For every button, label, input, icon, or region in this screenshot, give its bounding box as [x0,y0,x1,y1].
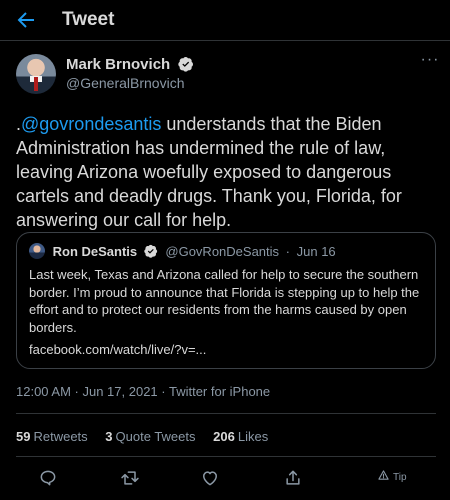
tweet-text: .@govrondesantis understands that the Bi… [16,112,436,232]
quoted-tweet[interactable]: Ron DeSantis @GovRonDeSantis · Jun 16 La… [16,232,436,369]
tip-button[interactable]: Tip [378,470,407,483]
heart-icon[interactable] [200,468,220,488]
likes-stat[interactable]: 206 Likes [213,429,268,444]
back-arrow-icon[interactable] [14,8,38,32]
quoted-tweet-link[interactable]: facebook.com/watch/live/?v=... [29,342,206,357]
quoted-avatar [29,243,45,259]
author-handle[interactable]: @GeneralBrnovich [66,75,185,91]
share-icon[interactable] [283,468,303,488]
divider [16,456,436,457]
more-options-icon[interactable]: ··· [420,52,440,74]
separator-dot: · [285,244,290,259]
quoted-tweet-text: Last week, Texas and Arizona called for … [29,267,420,335]
verified-badge-icon [144,244,158,258]
verified-badge-icon [178,56,194,72]
tweet-author: Mark Brnovich @GeneralBrnovich ··· [16,52,438,98]
quoted-date: Jun 16 [296,244,336,259]
author-name-row[interactable]: Mark Brnovich [66,56,194,73]
likes-count: 206 [213,429,235,444]
quoted-author-handle: @GovRonDeSantis [165,244,280,259]
page-title: Tweet [62,9,115,30]
quotes-count: 3 [105,429,113,444]
quote-tweets-stat[interactable]: 3 Quote Tweets [105,429,195,444]
avatar[interactable] [16,54,56,94]
tip-icon [378,470,389,480]
tweet-timestamp[interactable]: 12:00 AM · Jun 17, 2021 · Twitter for iP… [16,384,270,399]
divider [16,413,436,414]
retweets-count: 59 [16,429,31,444]
top-bar: Tweet [0,0,450,41]
author-name[interactable]: Mark Brnovich [66,56,170,73]
quoted-author-name: Ron DeSantis [52,244,138,259]
quoted-tweet-header: Ron DeSantis @GovRonDeSantis · Jun 16 [29,243,336,261]
retweets-label: Retweets [33,429,88,444]
likes-label: Likes [237,429,269,444]
tip-label: Tip [393,472,407,483]
quotes-label: Quote Tweets [115,429,196,444]
engagement-stats: 59 Retweets 3 Quote Tweets 206 Likes [16,429,282,444]
action-bar: Tip [0,466,450,492]
mention-link[interactable]: @govrondesantis [21,114,161,134]
retweet-icon[interactable] [120,468,140,488]
reply-icon[interactable] [38,468,58,488]
retweets-stat[interactable]: 59 Retweets [16,429,88,444]
